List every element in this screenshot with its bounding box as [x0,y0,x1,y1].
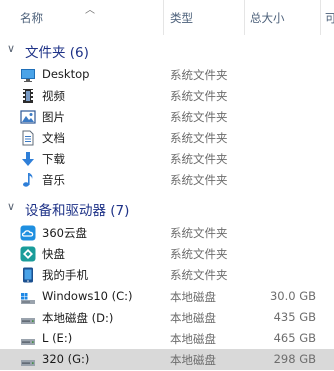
column-header: ︿ 名称 类型 总大小 可 [0,0,334,35]
group-label: 文件夹 (6) [25,45,89,61]
group-header-devices[interactable]: ∨ 设备和驱动器 (7) [0,197,334,219]
list-item[interactable]: 图片 系统文件夹 [0,106,334,127]
column-divider[interactable] [320,0,321,35]
windows-drive-icon [21,293,35,304]
item-name: 360云盘 [42,226,87,240]
item-type: 系统文件夹 [170,247,228,261]
item-size: 465 GB [273,331,316,345]
item-name: Windows10 (C:) [42,289,133,303]
list-item[interactable]: 视频 系统文件夹 [0,85,334,106]
music-icon [23,173,33,187]
phone-icon [23,267,33,283]
item-name: L (E:) [42,331,73,345]
item-type: 本地磁盘 [170,353,216,367]
drive-icon [21,318,35,324]
list-item[interactable]: Windows10 (C:) 本地磁盘 30.0 GB [0,286,334,307]
item-size: 298 GB [273,352,316,366]
item-name: Desktop [42,67,90,81]
list-item[interactable]: 下载 系统文件夹 [0,148,334,169]
item-type: 本地磁盘 [170,311,216,325]
item-type: 本地磁盘 [170,290,216,304]
column-name[interactable]: 名称 [20,10,43,26]
list-item[interactable]: 我的手机 系统文件夹 [0,264,334,285]
item-type: 本地磁盘 [170,332,216,346]
item-type: 系统文件夹 [170,226,228,240]
item-name: 我的手机 [42,268,88,282]
group-label: 设备和驱动器 (7) [25,203,130,219]
item-name: 音乐 [42,173,65,187]
kuaipan-icon [20,246,36,262]
column-available[interactable]: 可 [325,10,334,26]
item-name: 快盘 [42,247,65,261]
item-name: 下载 [42,152,65,166]
list-item[interactable]: L (E:) 本地磁盘 465 GB [0,328,334,349]
list-item[interactable]: 快盘 系统文件夹 [0,243,334,264]
column-type[interactable]: 类型 [170,10,193,26]
item-size: 30.0 GB [269,289,316,303]
item-name: 本地磁盘 (D:) [42,311,114,325]
column-divider[interactable] [163,0,164,35]
list-item[interactable]: 音乐 系统文件夹 [0,169,334,190]
item-name: 图片 [42,110,65,124]
chevron-down-icon[interactable]: ∨ [7,42,15,55]
pictures-icon [20,110,36,124]
column-size[interactable]: 总大小 [250,10,285,26]
group-header-folders[interactable]: ∨ 文件夹 (6) [0,39,334,61]
chevron-down-icon[interactable]: ∨ [7,200,15,213]
item-name: 视频 [42,89,65,103]
drive-icon [21,339,35,345]
list-item-selected[interactable]: 320 (G:) 本地磁盘 298 GB [0,349,334,370]
download-icon [22,152,34,166]
sort-ascending-icon: ︿ [85,5,95,16]
item-name: 文档 [42,131,65,145]
list-item[interactable]: Desktop 系统文件夹 [0,64,334,85]
item-type: 系统文件夹 [170,152,228,166]
video-icon [23,89,33,103]
documents-icon [22,130,34,146]
item-name: 320 (G:) [42,352,90,366]
item-type: 系统文件夹 [170,131,228,145]
item-type: 系统文件夹 [170,68,228,82]
item-type: 系统文件夹 [170,89,228,103]
item-type: 系统文件夹 [170,268,228,282]
item-type: 系统文件夹 [170,173,228,187]
column-divider[interactable] [244,0,245,35]
list-item[interactable]: 360云盘 系统文件夹 [0,222,334,243]
list-item[interactable]: 文档 系统文件夹 [0,127,334,148]
desktop-icon [21,69,35,82]
item-type: 系统文件夹 [170,110,228,124]
drive-icon [21,360,35,366]
cloud-drive-icon [20,225,36,241]
item-size: 435 GB [273,310,316,324]
list-item[interactable]: 本地磁盘 (D:) 本地磁盘 435 GB [0,307,334,328]
